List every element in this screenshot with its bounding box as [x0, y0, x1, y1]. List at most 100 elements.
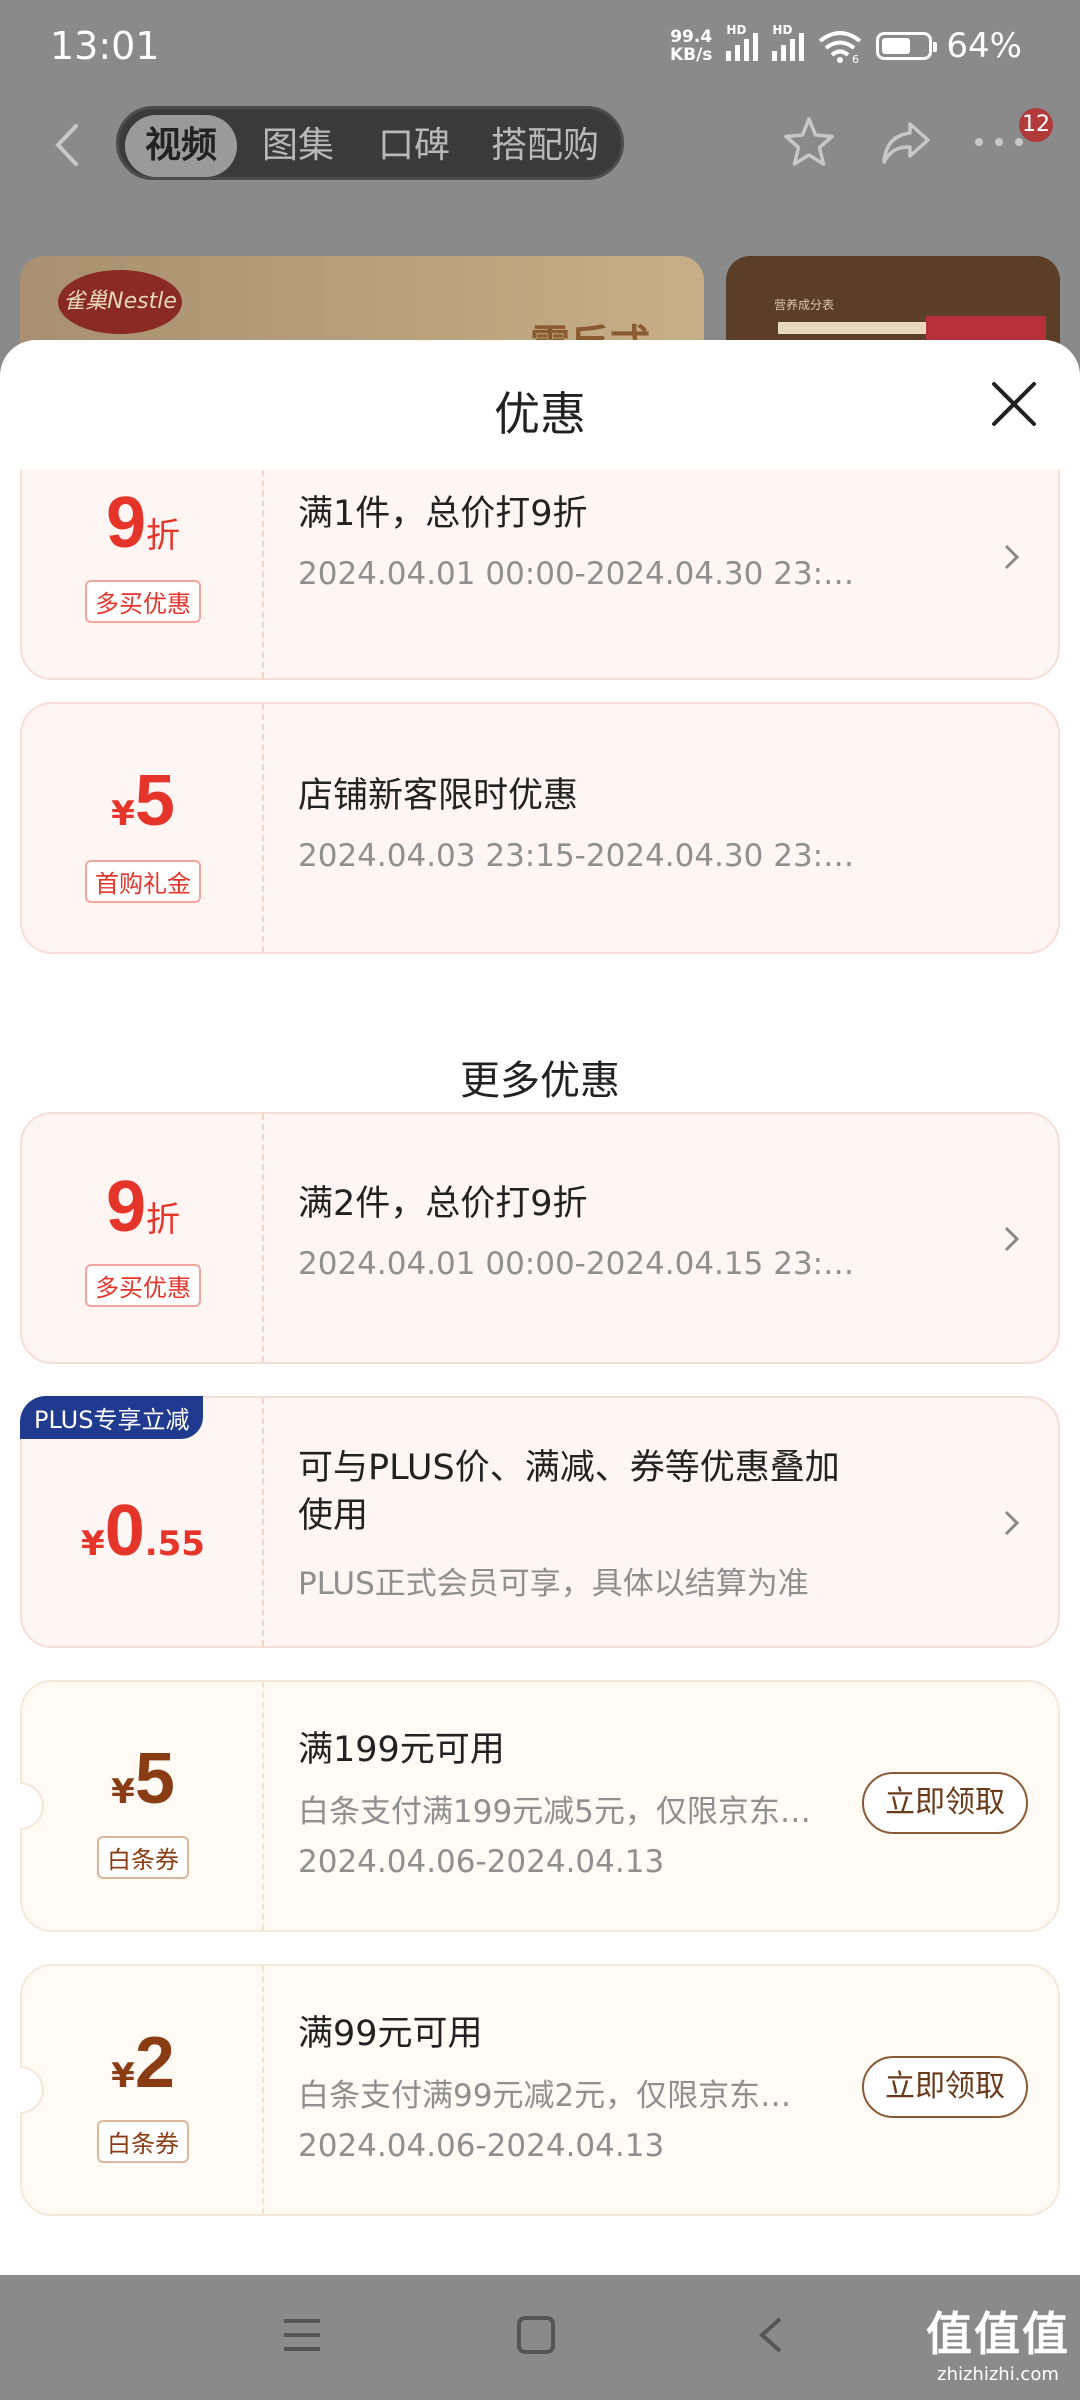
more-discounts-heading: 更多优惠 [460, 1058, 620, 1104]
coupon-card-baitiao[interactable]: ¥2 白条券 满99元可用 白条支付满99元减2元，仅限京东商… 2024.04… [20, 1964, 1060, 2216]
signal-icon-2: HD [772, 23, 805, 61]
home-icon[interactable] [516, 2315, 556, 2355]
discount-sheet: 优惠 9折 多买优惠 满1件，总价打9折 2024.04.01 00:00-20… [0, 340, 1080, 2275]
nutrition-label: 营养成分表 [774, 298, 835, 312]
coupon-cents: .55 [144, 1524, 205, 1564]
coupon-card[interactable]: ¥5 首购礼金 店铺新客限时优惠 2024.04.03 23:15-2024.0… [20, 702, 1060, 954]
coupon-title: 店铺新客限时优惠 [298, 776, 579, 816]
coupon-value: ¥2 [22, 2022, 264, 2104]
coupon-unit: 折 [146, 516, 181, 556]
coupon-tag-label: 首购礼金 [85, 860, 201, 903]
coupon-amount: 5 [134, 1739, 175, 1819]
sheet-title: 优惠 [494, 387, 586, 441]
coupon-value-area: ¥0.55 [22, 1398, 264, 1646]
coupon-tag: 白条券 [22, 2120, 264, 2163]
coupon-tag-label: 白条券 [97, 1836, 189, 1879]
status-bar: 13:01 99.4 KB/s HD HD 6 64% [0, 0, 1080, 100]
hd-label: HD [726, 23, 747, 37]
coupon-tag: 多买优惠 [22, 580, 264, 623]
coupon-amount: 2 [134, 2023, 175, 2103]
coupon-tag-label: 多买优惠 [85, 580, 201, 623]
coupon-tag: 白条券 [22, 1836, 264, 1879]
coupon-value: 9折 [22, 482, 264, 564]
coupon-card[interactable]: 9折 多买优惠 满1件，总价打9折 2024.04.01 00:00-2024.… [20, 470, 1060, 680]
currency-symbol: ¥ [81, 1524, 105, 1564]
hd-label-2: HD [772, 23, 793, 37]
signal-icon: HD [726, 23, 759, 61]
coupon-card-baitiao[interactable]: ¥5 白条券 满199元可用 白条支付满199元减5元，仅限京东… 2024.0… [20, 1680, 1060, 1932]
coupon-date: 2024.04.06-2024.04.13 [298, 2128, 665, 2164]
chevron-right-icon[interactable] [1002, 1224, 1022, 1254]
coupon-date: 2024.04.03 23:15-2024.04.30 23:59 [298, 838, 858, 874]
claim-button[interactable]: 立即领取 [862, 2056, 1028, 2118]
coupon-tag-label: 多买优惠 [85, 1264, 201, 1307]
coupon-tag: 多买优惠 [22, 1264, 264, 1307]
watermark-url: zhizhizhi.com [937, 2364, 1059, 2385]
coupon-unit: 折 [146, 1200, 181, 1240]
coupon-amount: 9 [105, 483, 147, 563]
coupon-note: PLUS正式会员可享，具体以结算为准 [298, 1566, 809, 1602]
coupon-title-line1: 可与PLUS价、满减、券等优惠叠加 [298, 1448, 840, 1488]
tab-gallery[interactable]: 图集 [243, 115, 353, 177]
coupon-value-area: ¥5 首购礼金 [22, 704, 264, 952]
coupon-value-area: ¥5 白条券 [22, 1682, 264, 1930]
currency-symbol: ¥ [111, 1772, 135, 1812]
network-speed-value: 99.4 [670, 27, 713, 47]
currency-symbol: ¥ [111, 2056, 135, 2096]
coupon-value-area: 9折 多买优惠 [22, 470, 264, 678]
battery-percent: 64% [946, 26, 1022, 66]
watermark-logo: 值值值 [926, 2307, 1070, 2361]
coupon-date: 2024.04.01 00:00-2024.04.15 23:59 [298, 1246, 858, 1282]
coupon-title: 满199元可用 [298, 1730, 505, 1770]
coupon-amount: 5 [134, 761, 175, 841]
notification-badge: 12 [1019, 108, 1053, 142]
wifi-icon: 6 [819, 31, 862, 63]
chevron-right-icon[interactable] [1002, 542, 1022, 572]
coupon-value: ¥0.55 [22, 1490, 264, 1572]
brand-logo: 雀巢Nestle [58, 270, 182, 334]
coupon-title: 满2件，总价打9折 [298, 1184, 588, 1224]
chevron-right-icon[interactable] [1002, 1508, 1022, 1538]
currency-symbol: ¥ [111, 794, 135, 834]
menu-icon[interactable] [282, 2317, 322, 2353]
coupon-description: 白条支付满99元减2元，仅限京东商… [298, 2078, 818, 2114]
coupon-title: 可与PLUS价、满减、券等优惠叠加 使用 [298, 1444, 938, 1540]
coupon-value-area: 9折 多买优惠 [22, 1114, 264, 1362]
watermark: 值值值 zhizhizhi.com [926, 2298, 1070, 2385]
coupon-value: ¥5 [22, 1738, 264, 1820]
tab-bundle[interactable]: 搭配购 [475, 115, 615, 177]
back-nav-icon[interactable] [756, 2315, 786, 2355]
battery-icon [876, 32, 938, 60]
network-speed: 99.4 KB/s [670, 28, 712, 64]
promo-bar [778, 322, 928, 334]
tab-bar: 视频 图集 口碑 搭配购 [116, 106, 624, 180]
tab-reviews[interactable]: 口碑 [359, 115, 469, 177]
system-nav-bar [0, 2275, 1080, 2400]
status-icons: 99.4 KB/s HD HD 6 64% [670, 23, 1022, 66]
coupon-title-line2: 使用 [298, 1496, 369, 1536]
wifi-label: 6 [852, 53, 859, 63]
coupon-value-area: ¥2 白条券 [22, 1966, 264, 2214]
coupon-title: 满99元可用 [298, 2014, 483, 2054]
tab-video[interactable]: 视频 [125, 115, 237, 177]
coupon-value: 9折 [22, 1166, 264, 1248]
network-speed-unit: KB/s [669, 45, 713, 65]
coupon-tag-label: 白条券 [97, 2120, 189, 2163]
more-icon[interactable] [972, 134, 1026, 150]
coupon-description: 白条支付满199元减5元，仅限京东… [298, 1794, 811, 1830]
coupon-card[interactable]: 9折 多买优惠 满2件，总价打9折 2024.04.01 00:00-2024.… [20, 1112, 1060, 1364]
status-time: 13:01 [50, 24, 160, 68]
coupon-title: 满1件，总价打9折 [298, 494, 588, 534]
close-icon[interactable] [986, 376, 1042, 432]
coupon-date: 2024.04.06-2024.04.13 [298, 1844, 665, 1880]
coupon-list[interactable]: 9折 多买优惠 满1件，总价打9折 2024.04.01 00:00-2024.… [0, 470, 1080, 2275]
coupon-value: ¥5 [22, 760, 264, 842]
claim-button[interactable]: 立即领取 [862, 1772, 1028, 1834]
coupon-amount: 9 [105, 1167, 147, 1247]
back-icon[interactable] [46, 120, 90, 170]
coupon-amount: 0 [104, 1491, 145, 1571]
share-icon[interactable] [878, 118, 934, 168]
star-icon[interactable] [780, 114, 838, 172]
coupon-card-plus[interactable]: PLUS专享立减 ¥0.55 可与PLUS价、满减、券等优惠叠加 使用 PLUS… [20, 1396, 1060, 1648]
coupon-tag: 首购礼金 [22, 860, 264, 903]
